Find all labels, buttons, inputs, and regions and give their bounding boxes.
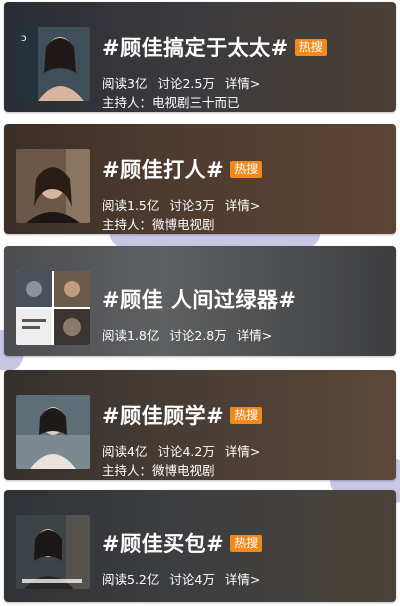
topic-title[interactable]: #顾佳买包# [102, 528, 224, 558]
topic-thumbnail: ɔ [16, 27, 90, 101]
topic-thumbnail [16, 395, 90, 469]
read-count: 阅读1.5亿 [102, 198, 160, 213]
details-link[interactable]: 详情> [225, 444, 260, 459]
topic-card[interactable]: #顾佳 人间过绿器# 阅读1.8亿 讨论2.8万 详情> [4, 246, 396, 356]
discussion-count: 讨论2.5万 [157, 76, 215, 91]
discussion-count: 讨论4万 [169, 572, 215, 587]
host-label: 主持人：电视剧三十而已 [102, 95, 240, 110]
topic-title[interactable]: #顾佳打人# [102, 154, 224, 184]
topic-title[interactable]: #顾佳顾学# [102, 400, 224, 430]
topic-card[interactable]: #顾佳打人# 热搜 阅读1.5亿 讨论3万 详情> 主持人：微博电视剧 [4, 124, 396, 234]
discussion-count: 讨论3万 [169, 198, 215, 213]
details-link[interactable]: 详情> [225, 76, 260, 91]
topic-thumbnail [16, 271, 90, 345]
read-count: 阅读4亿 [102, 444, 148, 459]
discussion-count: 讨论4.2万 [157, 444, 215, 459]
topic-card[interactable]: ɔ #顾佳搞定于太太# 热搜 阅读3亿 讨论2.5万 详情> 主持人：电视剧三十… [4, 2, 396, 112]
svg-text:ɔ: ɔ [21, 33, 27, 44]
discussion-count: 讨论2.8万 [169, 328, 227, 343]
host-label: 主持人：微博电视剧 [102, 463, 215, 478]
details-link[interactable]: 详情> [225, 572, 260, 587]
topic-card[interactable]: #顾佳顾学# 热搜 阅读4亿 讨论4.2万 详情> 主持人：微博电视剧 [4, 370, 396, 480]
read-count: 阅读5.2亿 [102, 572, 160, 587]
hot-search-badge: 热搜 [230, 534, 263, 552]
read-count: 阅读3亿 [102, 76, 148, 91]
topic-title[interactable]: #顾佳搞定于太太# [102, 32, 289, 62]
topic-thumbnail [16, 515, 90, 589]
topic-card[interactable]: #顾佳买包# 热搜 阅读5.2亿 讨论4万 详情> [4, 490, 396, 602]
details-link[interactable]: 详情> [237, 328, 272, 343]
hot-search-badge: 热搜 [230, 406, 263, 424]
topic-thumbnail [16, 149, 90, 223]
hot-search-badge: 热搜 [294, 38, 327, 56]
details-link[interactable]: 详情> [225, 198, 260, 213]
hot-search-badge: 热搜 [230, 160, 263, 178]
read-count: 阅读1.8亿 [102, 328, 160, 343]
host-label: 主持人：微博电视剧 [102, 217, 215, 232]
topic-title[interactable]: #顾佳 人间过绿器# [102, 284, 297, 314]
